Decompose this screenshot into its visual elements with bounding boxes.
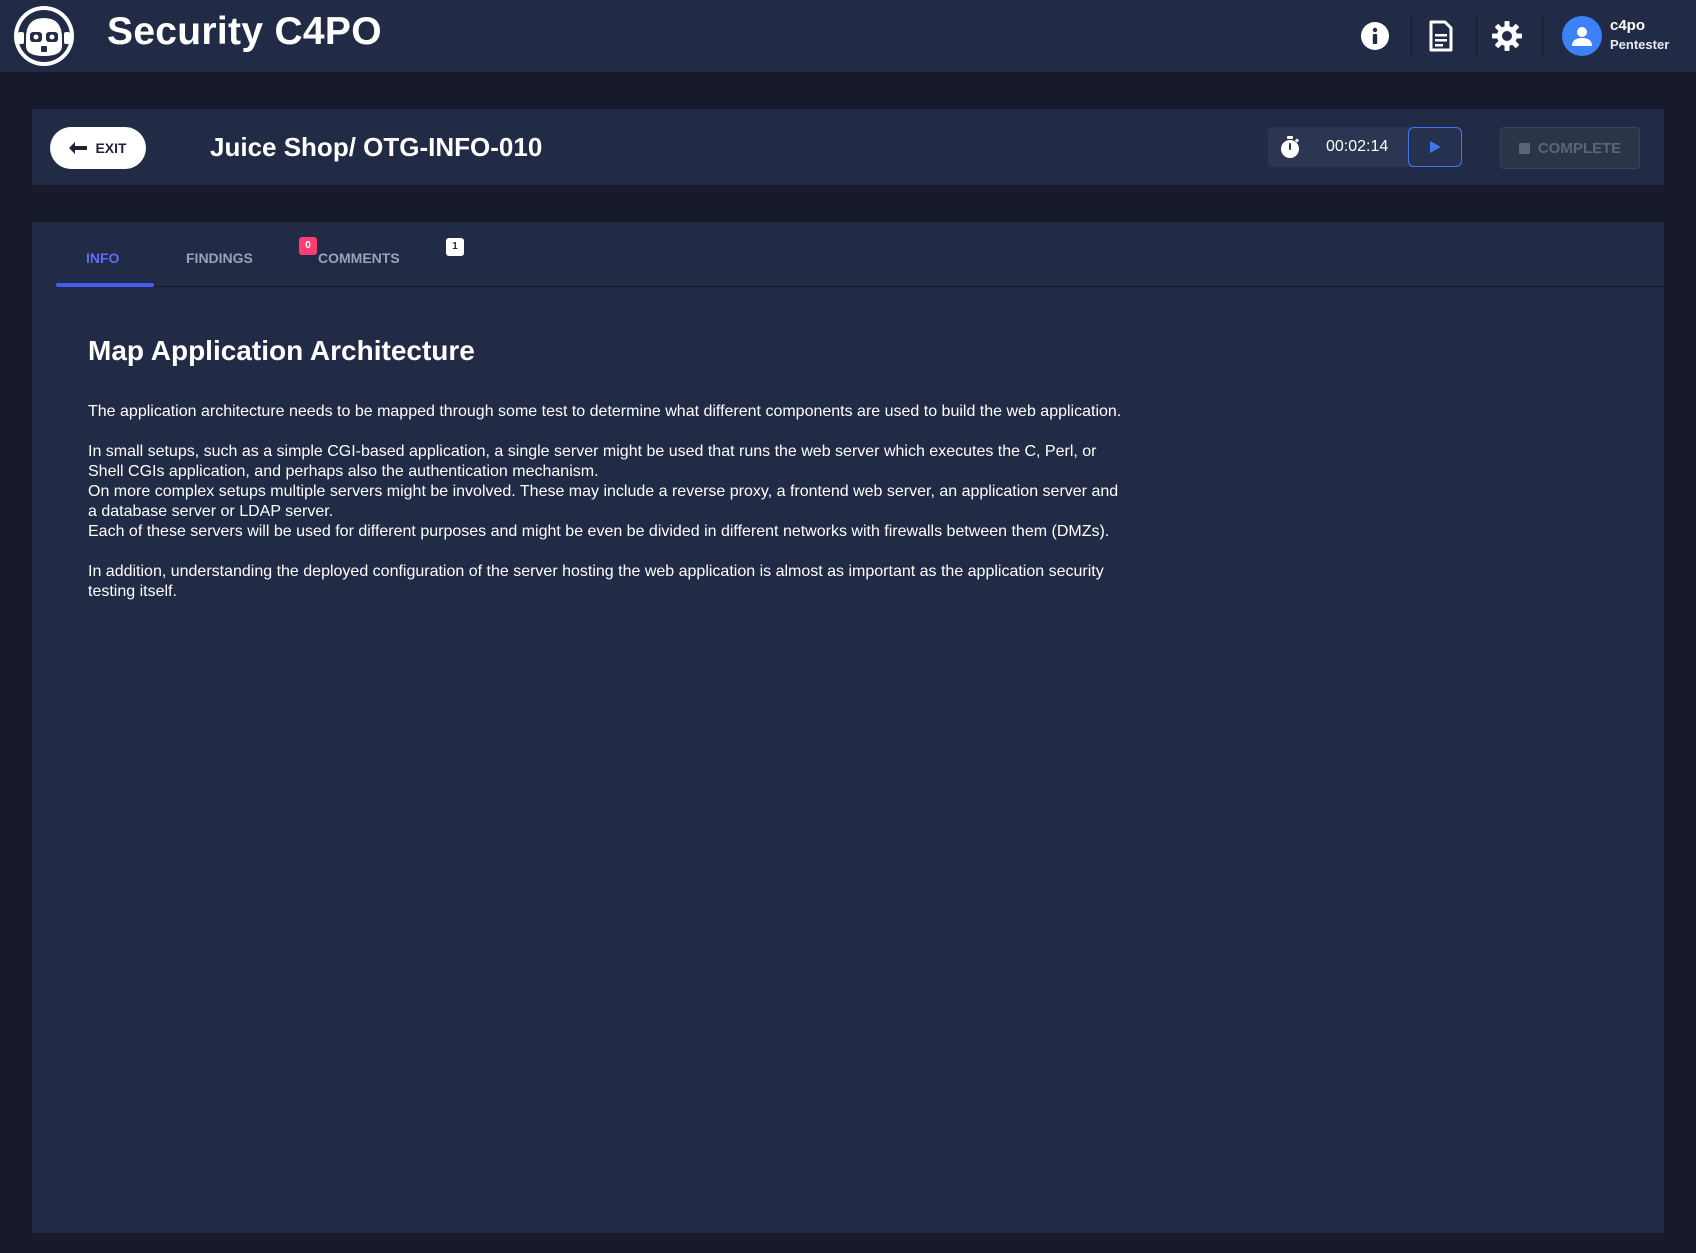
- complete-label: COMPLETE: [1537, 139, 1622, 157]
- tab-bar: INFO FINDINGS 0 COMMENTS 1: [56, 222, 1664, 287]
- tab-findings-label: FINDINGS: [186, 250, 253, 266]
- tab-findings[interactable]: FINDINGS: [186, 250, 253, 266]
- report-icon[interactable]: [1422, 17, 1460, 55]
- description-paragraph: The application architecture needs to be…: [88, 403, 1122, 420]
- user-name: c4po: [1610, 17, 1646, 34]
- pentest-content: INFO FINDINGS 0 COMMENTS 1 Map Applicati…: [32, 222, 1664, 1233]
- description-paragraph: In small setups, such as a simple CGI-ba…: [88, 443, 1097, 480]
- stop-icon: [1518, 142, 1530, 154]
- description-paragraph: On more complex setups multiple servers …: [88, 483, 1119, 520]
- divider: [1411, 16, 1412, 56]
- user-avatar[interactable]: [1562, 16, 1602, 56]
- settings-icon[interactable]: [1488, 17, 1526, 55]
- top-bar: Security C4PO c4po Pentester: [0, 0, 1696, 73]
- pentest-header: EXIT Juice Shop/ OTG-INFO-010 00:02:14 C…: [32, 109, 1664, 185]
- active-tab-indicator: [56, 283, 154, 287]
- findings-count-badge: 0: [299, 237, 317, 255]
- c4po-logo-icon[interactable]: [12, 4, 76, 68]
- exit-label: EXIT: [95, 140, 127, 156]
- app-title: Security C4PO: [107, 10, 382, 53]
- exit-button[interactable]: EXIT: [50, 127, 146, 169]
- pentest-title: Juice Shop/ OTG-INFO-010: [210, 132, 543, 162]
- play-icon: [1430, 141, 1441, 153]
- tab-comments-label: COMMENTS: [318, 250, 400, 266]
- divider: [1542, 16, 1543, 56]
- tab-info-label: INFO: [86, 250, 120, 266]
- section-title: Map Application Architecture: [88, 335, 475, 366]
- timer-value: 00:02:14: [1326, 138, 1389, 155]
- info-description: The application architecture needs to be…: [88, 402, 1128, 622]
- arrow-left-icon: [69, 142, 88, 154]
- user-icon: [1572, 27, 1592, 46]
- stopwatch-icon: [1278, 135, 1302, 159]
- tab-info[interactable]: INFO: [86, 250, 119, 266]
- play-button[interactable]: [1408, 127, 1462, 167]
- complete-button[interactable]: COMPLETE: [1500, 127, 1640, 169]
- divider: [1476, 16, 1477, 56]
- description-paragraph: In addition, understanding the deployed …: [88, 563, 1104, 600]
- info-icon[interactable]: [1356, 17, 1394, 55]
- user-role: Pentester: [1610, 37, 1670, 52]
- comments-count-badge: 1: [446, 238, 464, 256]
- tab-comments[interactable]: COMMENTS: [318, 250, 400, 266]
- description-paragraph: Each of these servers will be used for d…: [88, 523, 1110, 540]
- timer: 00:02:14: [1268, 127, 1462, 167]
